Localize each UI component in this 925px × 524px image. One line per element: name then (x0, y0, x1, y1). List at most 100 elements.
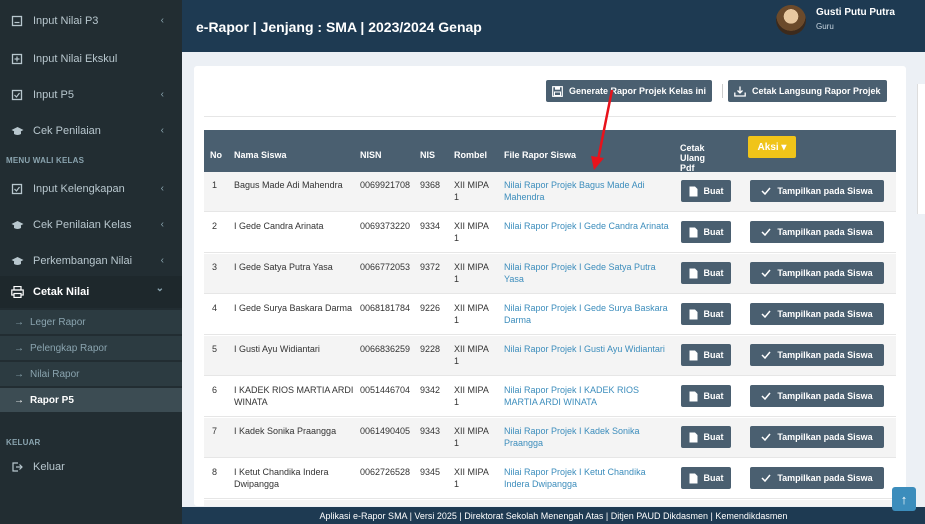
table-header: No Nama Siswa NISN NIS Rombel File Rapor… (204, 130, 896, 173)
buat-button[interactable]: Buat (681, 303, 731, 325)
tampilkan-pada-siswa-button[interactable]: Tampilkan pada Siswa (750, 467, 884, 489)
cell-nisn: 0068181784 (360, 303, 411, 313)
tampilkan-label: Tampilkan pada Siswa (777, 186, 873, 196)
check-square-icon (10, 182, 24, 196)
col-nisn: NISN (360, 150, 382, 160)
file-rapor-link[interactable]: Nilai Rapor Projek I Ketut Chandika Inde… (504, 466, 672, 490)
sidebar-subitem-label: Leger Rapor (30, 316, 86, 328)
aksi-dropdown[interactable]: Aksi ▾ (748, 136, 796, 158)
sidebar-subitem-rapor-p5[interactable]: → Rapor P5 (0, 388, 182, 412)
table-row: 1 Bagus Made Adi Mahendra 0069921708 9368 XI… (204, 172, 896, 212)
check-icon (761, 392, 771, 400)
file-rapor-link[interactable]: Nilai Rapor Projek I Gede Surya Baskara … (504, 302, 672, 326)
cell-nisn: 0066836259 (360, 344, 411, 354)
sidebar-item-keluar[interactable]: Keluar (0, 452, 182, 482)
cell-rombel: XII MIPA 1 (454, 303, 489, 325)
check-icon (761, 228, 771, 236)
file-rapor-link[interactable]: Nilai Rapor Projek I KADEK RIOS MARTIA A… (504, 384, 672, 408)
tampilkan-label: Tampilkan pada Siswa (777, 268, 873, 278)
sidebar-item-label: Keluar (33, 461, 65, 473)
generate-rapor-projek-button[interactable]: Generate Rapor Projek Kelas ini (546, 80, 713, 102)
generate-label: Generate Rapor Projek Kelas ini (569, 86, 707, 96)
sidebar-item-label: Input Nilai Ekskul (33, 53, 118, 65)
cell-no: 3 (212, 262, 218, 272)
sidebar-item-cek-penilaian-kelas[interactable]: Cek Penilaian Kelas ‹ (0, 210, 182, 240)
cell-rombel: XII MIPA 1 (454, 426, 489, 448)
sidebar-item-input-p5[interactable]: Input P5 ‹ (0, 80, 182, 110)
buat-button[interactable]: Buat (681, 344, 731, 366)
tampilkan-pada-siswa-button[interactable]: Tampilkan pada Siswa (750, 426, 884, 448)
avatar[interactable] (776, 5, 806, 35)
buat-label: Buat (703, 473, 724, 483)
cell-nama: I Gusti Ayu Widiantari (234, 344, 320, 354)
cell-nama: I Gede Candra Arinata (234, 221, 324, 231)
tampilkan-pada-siswa-button[interactable]: Tampilkan pada Siswa (750, 221, 884, 243)
chevron-left-icon: ‹ (160, 15, 164, 26)
cell-nisn: 0062726528 (360, 467, 411, 477)
table-row: 3 I Gede Satya Putra Yasa 0066772053 9372 XI… (204, 254, 896, 294)
divider (204, 116, 896, 117)
sidebar-subitem-label: Pelengkap Rapor (30, 342, 108, 354)
buat-label: Buat (703, 432, 724, 442)
sidebar-item-perkembangan-nilai[interactable]: Perkembangan Nilai ‹ (0, 246, 182, 276)
buat-button[interactable]: Buat (681, 221, 731, 243)
file-rapor-link[interactable]: Nilai Rapor Projek I Gusti Ayu Widiantar… (504, 343, 672, 355)
buat-button[interactable]: Buat (681, 262, 731, 284)
file-icon (689, 227, 698, 238)
file-icon (689, 391, 698, 402)
cell-rombel: XII MIPA 1 (454, 262, 489, 284)
buat-label: Buat (703, 350, 724, 360)
sidebar-item-label: Cek Penilaian (33, 125, 101, 137)
cell-rombel: XII MIPA 1 (454, 385, 489, 407)
check-icon (761, 269, 771, 277)
cell-nisn: 0069921708 (360, 180, 411, 190)
graduation-cap-icon (10, 254, 24, 268)
topbar: e-Rapor | Jenjang : SMA | 2023/2024 Gena… (182, 0, 925, 52)
check-icon (761, 351, 771, 359)
scroll-top-button[interactable]: ↑ (892, 487, 916, 511)
sidebar-item-cetak-nilai[interactable]: Cetak Nilai ⌄ (0, 276, 182, 308)
tampilkan-pada-siswa-button[interactable]: Tampilkan pada Siswa (750, 344, 884, 366)
buat-button[interactable]: Buat (681, 180, 731, 202)
cell-no: 4 (212, 303, 218, 313)
tampilkan-pada-siswa-button[interactable]: Tampilkan pada Siswa (750, 385, 884, 407)
file-rapor-link[interactable]: Nilai Rapor Projek I Gede Satya Putra Ya… (504, 261, 672, 285)
sidebar-item-label: Input Kelengkapan (33, 183, 125, 195)
sidebar-subitem-nilai-rapor[interactable]: → Nilai Rapor (0, 362, 182, 386)
buat-button[interactable]: Buat (681, 467, 731, 489)
col-nama: Nama Siswa (234, 150, 287, 160)
cell-no: 8 (212, 467, 218, 477)
file-rapor-link[interactable]: Nilai Rapor Projek I Gede Candra Arinata (504, 220, 672, 232)
buat-label: Buat (703, 186, 724, 196)
cell-nis: 9372 (420, 262, 441, 272)
file-rapor-link[interactable]: Nilai Rapor Projek I Kadek Sonika Praang… (504, 425, 672, 449)
buat-label: Buat (703, 309, 724, 319)
tampilkan-pada-siswa-button[interactable]: Tampilkan pada Siswa (750, 180, 884, 202)
sidebar-item-label: Cek Penilaian Kelas (33, 219, 132, 231)
sidebar-item-input-kelengkapan[interactable]: Input Kelengkapan ‹ (0, 174, 182, 204)
user-name[interactable]: Gusti Putu Putra (816, 7, 895, 18)
col-nis: NIS (420, 150, 436, 160)
check-square-icon (10, 88, 24, 102)
sidebar-subitem-leger-rapor[interactable]: → Leger Rapor (0, 310, 182, 334)
sidebar-item-input-nilai-p3[interactable]: Input Nilai P3 ‹ (0, 6, 182, 36)
tampilkan-pada-siswa-button[interactable]: Tampilkan pada Siswa (750, 262, 884, 284)
download-icon (734, 86, 746, 97)
footer: Aplikasi e-Rapor SMA | Versi 2025 | Dire… (182, 507, 925, 524)
menu-wali-kelas-header: MENU WALI KELAS (6, 156, 85, 165)
buat-button[interactable]: Buat (681, 426, 731, 448)
sidebar-item-input-nilai-ekskul[interactable]: Input Nilai Ekskul (0, 44, 182, 74)
arrow-right-icon: → (14, 342, 24, 354)
cell-nama: I Ketut Chandika Indera Dwipangga (234, 467, 329, 489)
sidebar-subitem-label: Rapor P5 (30, 394, 74, 406)
sidebar-item-cek-penilaian[interactable]: Cek Penilaian ‹ (0, 116, 182, 146)
cell-no: 7 (212, 426, 218, 436)
cell-nis: 9228 (420, 344, 441, 354)
sidebar-subitem-pelengkap-rapor[interactable]: → Pelengkap Rapor (0, 336, 182, 360)
file-rapor-link[interactable]: Nilai Rapor Projek Bagus Made Adi Mahend… (504, 179, 672, 203)
buat-button[interactable]: Buat (681, 385, 731, 407)
cell-nisn: 0066772053 (360, 262, 411, 272)
cetak-langsung-rapor-button[interactable]: Cetak Langsung Rapor Projek (728, 80, 887, 102)
tampilkan-pada-siswa-button[interactable]: Tampilkan pada Siswa (750, 303, 884, 325)
col-rombel: Rombel (454, 150, 488, 160)
